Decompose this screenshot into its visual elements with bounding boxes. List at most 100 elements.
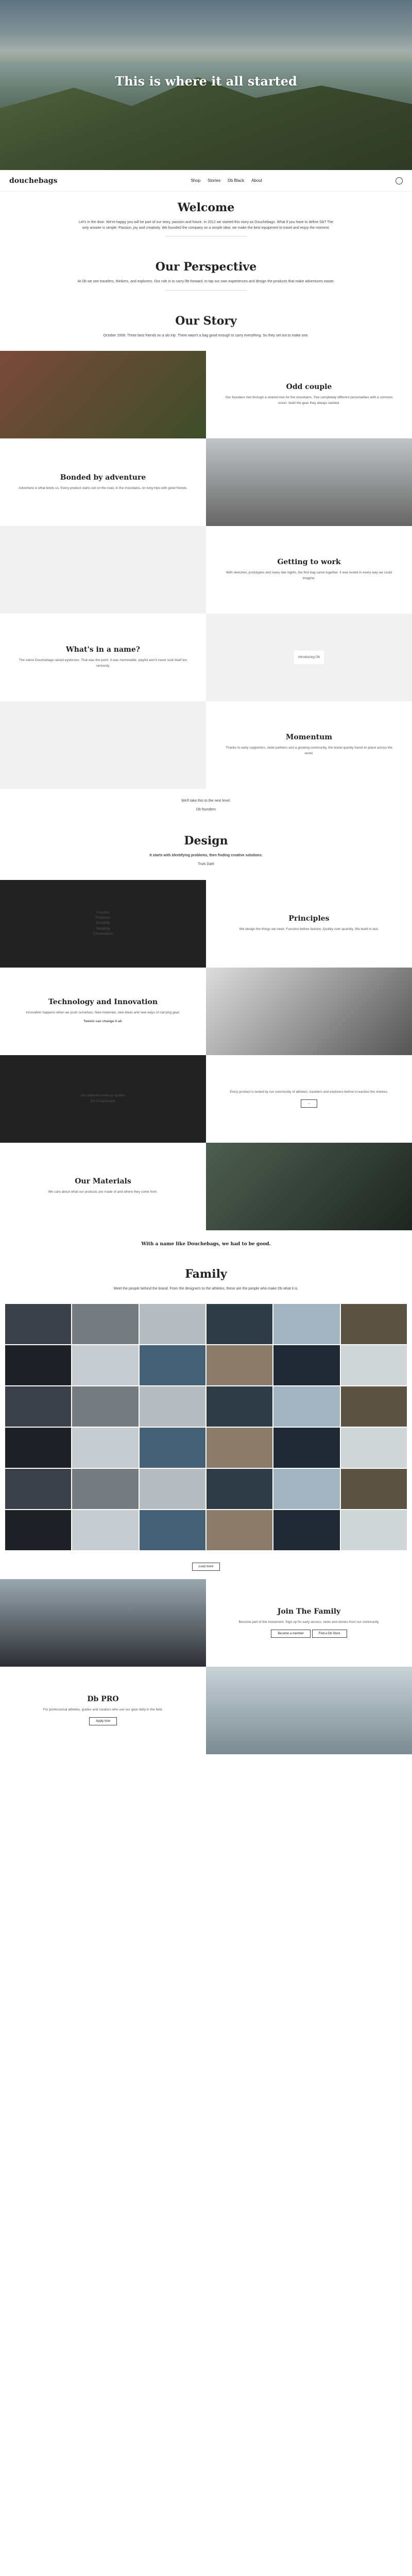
family-member-card[interactable] xyxy=(72,1386,139,1427)
family-member-card[interactable] xyxy=(72,1427,139,1468)
principles-list: Function Protection Durability Simplicit… xyxy=(0,879,206,968)
momentum-text: Thanks to early supporters, retail partn… xyxy=(226,746,392,755)
story-row-1: Odd couple Our founders met through a sh… xyxy=(0,350,412,438)
family-member-card[interactable] xyxy=(206,1386,273,1427)
family-member-card[interactable] xyxy=(139,1510,205,1550)
hookup-panel: Our patented hook-up system Db Compressi… xyxy=(0,1055,206,1143)
family-member-card[interactable] xyxy=(72,1345,139,1385)
perspective-section: Our Perspective At Db we see travelers, … xyxy=(0,251,412,304)
sketch-image xyxy=(0,526,206,614)
hookup-label: Our patented hook-up system xyxy=(81,1094,125,1098)
name-text: The name Douchebags raised eyebrows. Tha… xyxy=(19,658,187,668)
testing-row: Our patented hook-up system Db Compressi… xyxy=(0,1055,412,1143)
design-title: Design xyxy=(184,834,228,848)
family-member-card[interactable] xyxy=(5,1510,72,1550)
principle-3: Durability xyxy=(96,921,110,925)
family-member-card[interactable] xyxy=(340,1345,407,1385)
bonded-block: Bonded by adventure Adventure is what bi… xyxy=(0,438,206,526)
family-member-card[interactable] xyxy=(206,1468,273,1509)
family-member-card[interactable] xyxy=(5,1427,72,1468)
join-title: Join The Family xyxy=(277,1607,341,1616)
become-member-button[interactable]: Become a member xyxy=(271,1629,311,1638)
logo[interactable]: douchebags xyxy=(9,177,57,185)
family-member-card[interactable] xyxy=(273,1386,340,1427)
design-author: Truls Dahl xyxy=(198,862,214,867)
momentum-quote-author: Db founders xyxy=(196,807,216,811)
principle-2: Protection xyxy=(95,916,111,920)
tech-text: Innovation happens when we push ourselve… xyxy=(26,1011,180,1015)
family-member-card[interactable] xyxy=(72,1303,139,1344)
work-title: Getting to work xyxy=(277,558,341,567)
materials-photo xyxy=(206,1142,412,1230)
tech-block: Technology and Innovation Innovation hap… xyxy=(0,968,206,1055)
family-member-card[interactable] xyxy=(340,1303,407,1344)
family-member-card[interactable] xyxy=(139,1386,205,1427)
family-member-card[interactable] xyxy=(273,1427,340,1468)
story-title: Our Story xyxy=(175,314,237,328)
nav-item-black[interactable]: Db Black xyxy=(228,178,244,183)
learn-more-button[interactable]: → xyxy=(301,1099,317,1108)
principle-4: Simplicity xyxy=(96,926,110,930)
family-member-card[interactable] xyxy=(206,1345,273,1385)
family-member-card[interactable] xyxy=(206,1303,273,1344)
work-text: With sketches, prototypes and many late … xyxy=(226,571,392,580)
principles-row: Function Protection Durability Simplicit… xyxy=(0,879,412,968)
family-member-card[interactable] xyxy=(72,1510,139,1550)
principles-title: Principles xyxy=(288,914,330,923)
family-member-card[interactable] xyxy=(206,1427,273,1468)
momentum-title: Momentum xyxy=(285,733,333,742)
tech-row: Technology and Innovation Innovation hap… xyxy=(0,967,412,1055)
nav-item-shop[interactable]: Shop xyxy=(191,178,200,183)
family-member-card[interactable] xyxy=(273,1345,340,1385)
snow-photo xyxy=(206,438,412,526)
family-member-card[interactable] xyxy=(206,1510,273,1550)
family-member-card[interactable] xyxy=(340,1427,407,1468)
family-member-card[interactable] xyxy=(5,1303,72,1344)
family-member-card[interactable] xyxy=(273,1303,340,1344)
family-section: Family Meet the people behind the brand.… xyxy=(0,1258,412,1304)
hero-banner: This is where it all started xyxy=(0,0,412,170)
main-nav: douchebags Shop Stories Db Black About xyxy=(0,170,412,192)
family-member-card[interactable] xyxy=(139,1427,205,1468)
materials-title: Our Materials xyxy=(75,1177,131,1186)
user-icon[interactable] xyxy=(396,177,403,184)
momentum-block: Momentum Thanks to early supporters, ret… xyxy=(206,701,412,789)
principle-5: Conservation xyxy=(93,932,113,936)
family-member-card[interactable] xyxy=(5,1345,72,1385)
press-logos xyxy=(0,701,206,789)
family-member-card[interactable] xyxy=(340,1510,407,1550)
load-more-button[interactable]: Load more xyxy=(192,1562,220,1571)
apply-button[interactable]: Apply now xyxy=(89,1717,117,1725)
compression-label: Db Compression xyxy=(90,1099,116,1103)
nav-item-about[interactable]: About xyxy=(251,178,262,183)
find-store-button[interactable]: Find a Db Store xyxy=(312,1629,347,1638)
principles-block: Principles We design the things we need.… xyxy=(206,880,412,968)
pro-row: Db PRO For professional athletes, guides… xyxy=(0,1666,412,1754)
family-member-card[interactable] xyxy=(273,1468,340,1509)
oddcouple-text: Our founders met through a shared love f… xyxy=(225,396,393,405)
pro-block: Db PRO For professional athletes, guides… xyxy=(0,1667,206,1754)
perspective-text: At Db we see travelers, thinkers, and ex… xyxy=(77,280,335,284)
family-member-card[interactable] xyxy=(340,1468,407,1509)
family-member-card[interactable] xyxy=(5,1468,72,1509)
name-card-panel: Introducing Db xyxy=(206,613,412,701)
welcome-text: Let's in the door. We're happy you will … xyxy=(78,221,334,230)
family-member-card[interactable] xyxy=(139,1468,205,1509)
load-more-wrap: Load more xyxy=(0,1550,412,1579)
founders-photo xyxy=(0,350,206,438)
welcome-section: Welcome Let's in the door. We're happy y… xyxy=(0,192,412,251)
family-member-card[interactable] xyxy=(340,1386,407,1427)
momentum-quote-text: We'll take this to the next level. xyxy=(181,799,231,803)
family-member-card[interactable] xyxy=(139,1345,205,1385)
family-member-card[interactable] xyxy=(139,1303,205,1344)
momentum-quote: We'll take this to the next level. Db fo… xyxy=(0,789,412,825)
story-row-4: What's in a name? The name Douchebags ra… xyxy=(0,613,412,701)
materials-row: Our Materials We care about what our pro… xyxy=(0,1142,412,1230)
name-block: What's in a name? The name Douchebags ra… xyxy=(0,614,206,701)
family-member-card[interactable] xyxy=(5,1386,72,1427)
nav-item-stories[interactable]: Stories xyxy=(208,178,220,183)
pro-title: Db PRO xyxy=(87,1695,119,1704)
bonded-title: Bonded by adventure xyxy=(60,473,146,482)
family-member-card[interactable] xyxy=(72,1468,139,1509)
family-member-card[interactable] xyxy=(273,1510,340,1550)
